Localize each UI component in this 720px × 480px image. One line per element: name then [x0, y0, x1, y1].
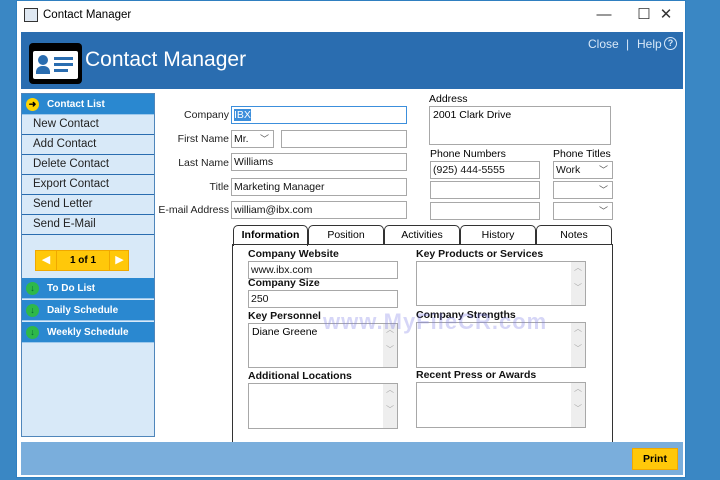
todo-label: To Do List [47, 283, 96, 294]
phone-input-2[interactable] [430, 181, 540, 199]
phone-numbers-label: Phone Numbers [430, 148, 506, 160]
print-button[interactable]: Print [632, 448, 678, 470]
scrollbar[interactable]: ︿ ﹀ [571, 323, 585, 367]
arrow-right-icon: ➜ [26, 98, 39, 111]
sidebar-item-send-email[interactable]: Send E-Mail [22, 215, 154, 235]
app-window: Contact Manager — ☐ ✕ Contact Manager Cl… [16, 0, 686, 478]
arrow-down-icon: ↓ [26, 282, 39, 295]
recent-press-label: Recent Press or Awards [416, 369, 537, 381]
title-bar: Contact Manager — ☐ ✕ [17, 1, 685, 31]
key-personnel-label: Key Personnel [248, 310, 321, 322]
phone-title-select-2[interactable]: ﹀ [553, 181, 613, 199]
email-input[interactable]: william@ibx.com [231, 201, 407, 219]
help-icon[interactable]: ? [664, 37, 677, 50]
scrollbar[interactable]: ︿ ﹀ [383, 324, 397, 367]
sidebar-daily-schedule[interactable]: ↓ Daily Schedule [22, 300, 154, 321]
last-name-label: Last Name [178, 157, 229, 169]
sidebar-contact-list[interactable]: ➜ Contact List [22, 94, 154, 115]
page-indicator: 1 of 1 [69, 255, 97, 266]
title-label: Title [209, 181, 229, 193]
sidebar-item-send-letter[interactable]: Send Letter [22, 195, 154, 215]
company-value: IBX [234, 109, 251, 121]
key-products-label: Key Products or Services [416, 248, 544, 260]
daily-label: Daily Schedule [47, 305, 119, 316]
phone-input-1[interactable]: (925) 444-5555 [430, 161, 540, 179]
sidebar: ➜ Contact List New Contact Add Contact D… [21, 93, 155, 437]
prev-page-button[interactable]: ◀ [36, 251, 57, 270]
next-page-button[interactable]: ▶ [109, 251, 129, 270]
phone-title-value: Work [556, 164, 581, 176]
key-personnel-value: Diane Greene [252, 326, 318, 338]
sidebar-item-export-contact[interactable]: Export Contact [22, 175, 154, 195]
close-window-button[interactable]: ✕ [643, 1, 689, 31]
footer-bar: Print [21, 442, 683, 475]
company-size-input[interactable]: 250 [248, 290, 398, 308]
tab-position[interactable]: Position [308, 225, 384, 245]
additional-locations-input[interactable]: ︿ ﹀ [248, 383, 398, 429]
header-separator: | [626, 37, 630, 51]
company-strengths-input[interactable]: ︿ ﹀ [416, 322, 586, 368]
first-name-label: First Name [177, 133, 229, 145]
arrow-down-icon: ↓ [26, 304, 39, 317]
sidebar-item-delete-contact[interactable]: Delete Contact [22, 155, 154, 175]
key-products-input[interactable]: ︿ ﹀ [416, 261, 586, 306]
chevron-down-icon: ﹀ [259, 134, 269, 144]
app-icon [24, 8, 38, 22]
scrollbar[interactable]: ︿ ﹀ [571, 262, 585, 305]
chevron-down-icon: ﹀ [598, 165, 608, 175]
salutation-select[interactable]: Mr. ﹀ [231, 130, 274, 148]
header-title: Contact Manager [85, 48, 247, 71]
title-input[interactable]: Marketing Manager [231, 178, 407, 196]
company-strengths-label: Company Strengths [416, 309, 516, 321]
tab-information[interactable]: Information [233, 225, 308, 246]
address-label: Address [429, 93, 468, 105]
company-input[interactable]: IBX [231, 106, 407, 124]
phone-title-select-3[interactable]: ﹀ [553, 202, 613, 220]
sidebar-item-new-contact[interactable]: New Contact [22, 115, 154, 135]
app-header: Contact Manager Close | Help ? [21, 32, 683, 89]
company-size-label: Company Size [248, 277, 320, 289]
help-link[interactable]: Help [637, 37, 662, 51]
tab-notes[interactable]: Notes [536, 225, 612, 245]
tab-activities[interactable]: Activities [384, 225, 460, 245]
close-link[interactable]: Close [588, 37, 619, 51]
phone-titles-label: Phone Titles [553, 148, 611, 160]
scrollbar[interactable]: ︿ ﹀ [571, 383, 585, 427]
contact-card-icon [29, 43, 82, 84]
sidebar-item-add-contact[interactable]: Add Contact [22, 135, 154, 155]
company-label: Company [184, 109, 229, 121]
address-input[interactable]: 2001 Clark Drive [429, 106, 611, 145]
salutation-value: Mr. [234, 133, 249, 145]
email-label: E-mail Address [158, 204, 229, 216]
phone-input-3[interactable] [430, 202, 540, 220]
key-personnel-input[interactable]: Diane Greene ︿ ﹀ [248, 323, 398, 368]
sidebar-todo-list[interactable]: ↓ To Do List [22, 278, 154, 299]
arrow-down-icon: ↓ [26, 326, 39, 339]
window-title: Contact Manager [43, 9, 132, 21]
first-name-input[interactable] [281, 130, 407, 148]
contact-list-label: Contact List [47, 99, 105, 110]
additional-locations-label: Additional Locations [248, 370, 352, 382]
last-name-input[interactable]: Williams [231, 153, 407, 171]
recent-press-input[interactable]: ︿ ﹀ [416, 382, 586, 428]
phone-title-select-1[interactable]: Work ﹀ [553, 161, 613, 179]
pager: ◀ 1 of 1 ▶ [35, 250, 129, 271]
sidebar-weekly-schedule[interactable]: ↓ Weekly Schedule [22, 322, 154, 343]
chevron-down-icon: ﹀ [598, 185, 608, 195]
website-label: Company Website [248, 248, 339, 260]
chevron-down-icon: ﹀ [598, 206, 608, 216]
scrollbar[interactable]: ︿ ﹀ [383, 384, 397, 428]
weekly-label: Weekly Schedule [47, 327, 129, 338]
tab-history[interactable]: History [460, 225, 536, 245]
